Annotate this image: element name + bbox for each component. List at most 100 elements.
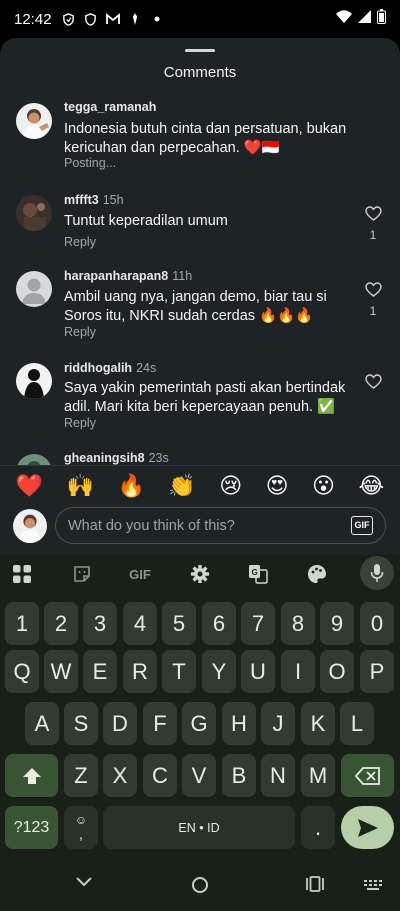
home-circle-icon[interactable]	[191, 876, 209, 894]
send-key[interactable]	[341, 806, 394, 849]
avatar[interactable]	[16, 363, 52, 399]
reaction-heart-eyes[interactable]: 😍	[266, 474, 289, 497]
shift-key[interactable]	[5, 754, 58, 797]
comment-username[interactable]: mffft3 15h	[64, 193, 124, 207]
key-h[interactable]: H	[222, 702, 256, 745]
key-5[interactable]: 5	[162, 602, 196, 645]
key-e[interactable]: E	[83, 650, 117, 693]
comment-text: Ambil uang nya, jangan demo, biar tau si…	[64, 289, 327, 324]
comment-time: 15h	[102, 193, 124, 207]
translate-icon[interactable]: G	[242, 560, 274, 588]
key-3[interactable]: 3	[83, 602, 117, 645]
settings-gear-icon[interactable]	[184, 560, 216, 588]
shield-icon	[62, 12, 76, 26]
avatar[interactable]	[16, 271, 52, 307]
drag-handle[interactable]	[185, 49, 215, 52]
key-b[interactable]: B	[222, 754, 256, 797]
comment-username[interactable]: harapanharapan8 11h	[64, 269, 192, 283]
key-p[interactable]: P	[360, 650, 394, 693]
key-k[interactable]: K	[301, 702, 335, 745]
key-a[interactable]: A	[25, 702, 59, 745]
space-key[interactable]: EN • ID	[103, 806, 295, 849]
svg-text:G: G	[252, 568, 258, 577]
key-u[interactable]: U	[241, 650, 275, 693]
reaction-fire[interactable]: 🔥	[117, 474, 144, 497]
key-g[interactable]: G	[182, 702, 216, 745]
comma-key[interactable]: ☺ ,	[64, 806, 98, 849]
avatar[interactable]	[16, 195, 52, 231]
apps-grid-icon[interactable]	[6, 560, 38, 588]
key-f[interactable]: F	[143, 702, 177, 745]
comment-text: Saya yakin pemerintah pasti akan bertind…	[64, 380, 346, 415]
reaction-clap[interactable]: 👏	[168, 474, 195, 497]
username-text: harapanharapan8	[64, 269, 169, 283]
key-c[interactable]: C	[143, 754, 177, 797]
username-text: tegga_ramanah	[64, 100, 157, 114]
key-m[interactable]: M	[301, 754, 335, 797]
gif-button[interactable]: GIF	[351, 516, 373, 535]
mic-icon[interactable]	[360, 556, 394, 590]
key-w[interactable]: W	[44, 650, 78, 693]
key-o[interactable]: O	[320, 650, 354, 693]
back-chevron-icon[interactable]	[75, 876, 93, 888]
heart-icon[interactable]	[363, 282, 383, 302]
like-count: 1	[369, 304, 377, 318]
comment-username[interactable]: riddhogalih 24s	[64, 361, 156, 375]
key-2[interactable]: 2	[44, 602, 78, 645]
reply-button[interactable]: Reply	[64, 416, 96, 430]
key-4[interactable]: 4	[123, 602, 157, 645]
shift-icon	[22, 767, 41, 784]
palette-icon[interactable]	[301, 560, 333, 588]
key-n[interactable]: N	[261, 754, 295, 797]
reaction-raised-hands[interactable]: 🙌	[67, 474, 94, 497]
key-z[interactable]: Z	[64, 754, 98, 797]
reaction-heart[interactable]: ❤️	[16, 474, 43, 497]
comment-username[interactable]: tegga_ramanah	[64, 100, 156, 114]
heart-icon[interactable]	[363, 206, 383, 226]
comment-username[interactable]: gheaningsih8 23s	[64, 451, 169, 465]
battery-icon	[377, 9, 386, 29]
key-y[interactable]: Y	[202, 650, 236, 693]
pin-icon	[128, 12, 142, 26]
quick-reactions-bar: ❤️ 🙌 🔥 👏 😢 😍 😮 😂	[0, 465, 400, 505]
key-6[interactable]: 6	[202, 602, 236, 645]
key-v[interactable]: V	[182, 754, 216, 797]
period-key[interactable]: .	[301, 806, 335, 849]
navigation-bar	[0, 858, 400, 911]
key-9[interactable]: 9	[320, 602, 354, 645]
status-left-icons	[62, 12, 164, 26]
key-7[interactable]: 7	[241, 602, 275, 645]
reply-button[interactable]: Reply	[64, 235, 96, 249]
gmail-icon	[105, 12, 120, 26]
like-count: 1	[369, 228, 377, 242]
key-r[interactable]: R	[123, 650, 157, 693]
key-x[interactable]: X	[103, 754, 137, 797]
keyboard: GIF G 1 2 3 4 5 6 7 8 9 0 Q W E R T Y U …	[0, 555, 400, 858]
symbols-key[interactable]: ?123	[5, 806, 58, 849]
key-t[interactable]: T	[162, 650, 196, 693]
avatar[interactable]	[16, 103, 52, 139]
key-i[interactable]: I	[281, 650, 315, 693]
key-0[interactable]: 0	[360, 602, 394, 645]
key-s[interactable]: S	[64, 702, 98, 745]
gif-icon[interactable]: GIF	[124, 560, 156, 588]
key-j[interactable]: J	[261, 702, 295, 745]
status-right-icons	[336, 9, 386, 29]
key-1[interactable]: 1	[5, 602, 39, 645]
wifi-icon	[336, 10, 352, 28]
key-8[interactable]: 8	[281, 602, 315, 645]
reaction-crying[interactable]: 😢	[219, 474, 242, 497]
reaction-laughing[interactable]: 😂	[358, 474, 384, 497]
backspace-icon	[354, 766, 380, 785]
comment-input[interactable]	[68, 508, 338, 543]
heart-icon[interactable]	[363, 374, 383, 394]
key-d[interactable]: D	[103, 702, 137, 745]
backspace-key[interactable]	[341, 754, 394, 797]
key-l[interactable]: L	[340, 702, 374, 745]
sticker-icon[interactable]	[66, 560, 98, 588]
reply-button[interactable]: Reply	[64, 325, 96, 339]
reaction-surprised[interactable]: 😮	[312, 474, 335, 497]
recents-icon[interactable]	[306, 876, 324, 892]
key-q[interactable]: Q	[5, 650, 39, 693]
keyboard-switch-icon[interactable]	[364, 880, 382, 892]
